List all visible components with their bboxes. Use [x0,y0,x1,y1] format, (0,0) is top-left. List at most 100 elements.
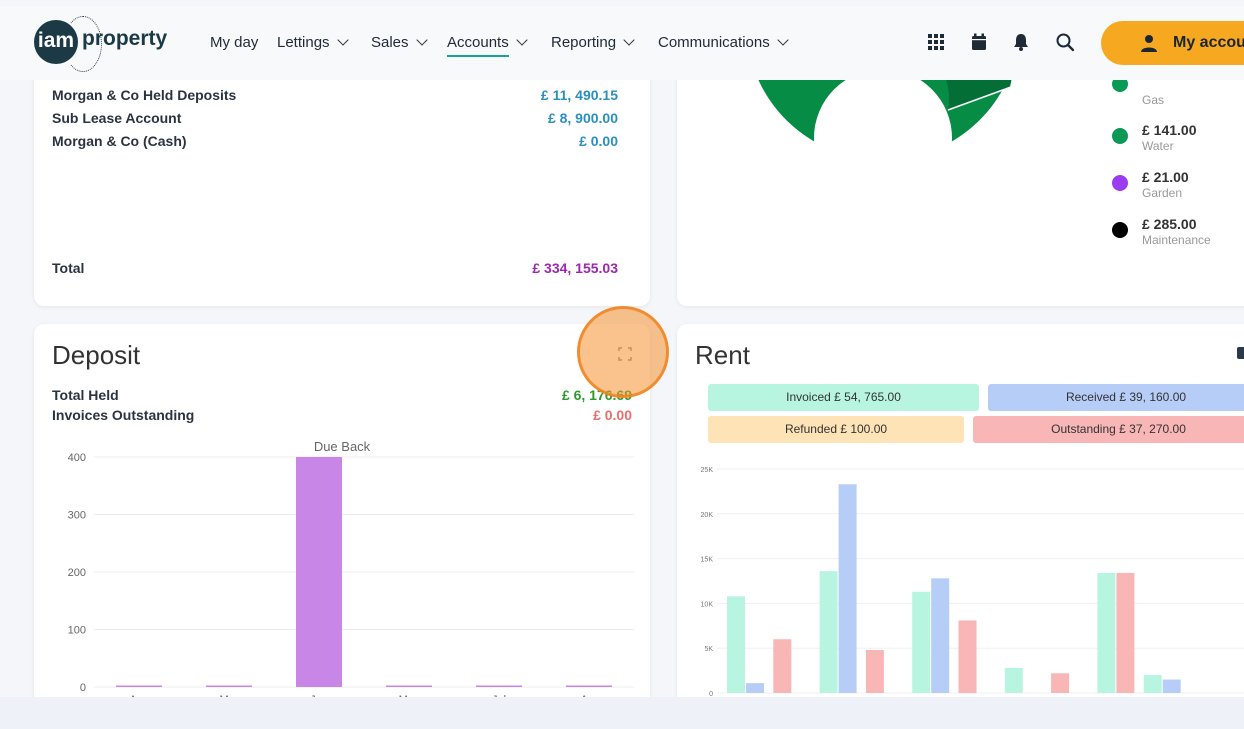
nav-label: Accounts [447,34,509,57]
click-highlight-marker [577,306,669,398]
nav-label: Communications [658,34,770,51]
invoiced-pill: Invoiced £ 54, 765.00 [708,384,979,411]
bar [1116,572,1135,693]
my-account-label: My accou [1173,34,1244,51]
bar [746,683,764,693]
account-row: Sub Lease Account £ 8, 900.00 [52,110,618,126]
nav-label: Reporting [551,34,617,51]
legend-dot [1112,222,1128,238]
total-label: Total [52,260,85,276]
bar [386,685,432,687]
rent-title: Rent [695,340,750,370]
nav-item-communications[interactable]: Communications [658,34,789,51]
outstanding-pill: Outstanding £ 37, 270.00 [973,416,1244,443]
accounts-total-row: Total £ 334, 155.03 [52,260,618,276]
total-held-label: Total Held [52,387,119,403]
legend-amount: £ 21.00 [1142,169,1189,185]
chevron-down-icon [336,34,349,46]
bar [958,620,977,693]
x-tick-label: May [399,694,420,697]
legend-dot [1112,128,1128,144]
user-icon [1141,35,1157,52]
chevron-down-icon [777,34,789,46]
deposit-title: Deposit [52,340,141,370]
bar [116,685,162,687]
grid-icon[interactable] [926,32,946,52]
y-tick-label: 0 [709,691,713,697]
bar [1004,667,1023,693]
bar [566,685,612,687]
y-tick-label: 100 [68,625,86,637]
total-value: £ 334, 155.03 [532,260,618,276]
account-name: Morgan & Co (Cash) [52,133,187,149]
y-tick-label: 200 [68,567,86,579]
y-tick-label: 25K [701,467,714,474]
account-row: Morgan & Co (Cash) £ 0.00 [52,133,618,149]
chevron-down-icon [516,34,528,46]
nav-label: Sales [371,34,409,51]
account-name: Sub Lease Account [52,110,182,126]
bar [476,685,522,687]
bar [1051,673,1070,693]
bar [865,649,884,693]
chevron-down-icon [623,34,635,46]
x-tick-label: Mar [220,694,239,697]
bar [206,685,252,687]
bell-icon[interactable] [1011,32,1031,52]
due-back-bar-chart: Due Back 0 100 200 300 400 Aug Mar Jun May Jul Apr [68,439,634,697]
bar [773,639,792,693]
account-row: Morgan & Co Held Deposits £ 11, 490.15 [52,87,618,103]
bar [1097,572,1116,693]
nav-item-my-day[interactable]: My day [210,34,258,51]
bar [1143,675,1162,693]
y-tick-label: 10K [701,601,714,608]
invoices-outstanding-value: £ 0.00 [593,407,632,423]
received-pill: Received £ 39, 160.00 [988,384,1244,411]
y-tick-label: 0 [80,682,86,694]
app-viewport: iam property My day Lettings Sales Accou… [0,0,1244,697]
bar [912,591,931,693]
legend-category: Garden [1142,186,1183,200]
invoices-outstanding-label: Invoices Outstanding [52,407,195,423]
refunded-pill: Refunded £ 100.00 [708,416,964,443]
bar [727,596,745,693]
y-tick-label: 5K [704,646,713,653]
donut-hole [814,69,952,207]
x-tick-label: Jul [492,694,506,697]
account-balance: £ 8, 900.00 [547,110,618,126]
legend-amount: £ 141.00 [1142,122,1197,138]
chart-title: Due Back [314,439,371,454]
nav-item-sales[interactable]: Sales [371,34,428,51]
bar [819,571,838,693]
legend-category: Maintenance [1142,233,1211,247]
rent-chart-toggle-icon[interactable] [1237,347,1244,359]
y-tick-label: 300 [68,510,86,522]
nav-label: My day [210,34,259,51]
bar [1162,679,1181,693]
y-tick-label: 20K [701,512,714,519]
nav-item-reporting[interactable]: Reporting [551,34,635,51]
my-account-button[interactable]: My accou [1101,21,1244,65]
rent-bar-chart: 0 5K 10K 15K 20K 25K [701,467,1244,697]
search-icon[interactable] [1055,32,1075,52]
x-tick-label: Apr [580,694,597,697]
y-tick-label: 400 [68,452,86,464]
account-name: Morgan & Co Held Deposits [52,87,237,103]
nav-item-accounts[interactable]: Accounts [447,34,528,57]
bar [838,484,857,693]
nav-label: Lettings [277,34,330,51]
bar [296,457,342,687]
chevron-down-icon [415,34,428,46]
x-tick-label: Jun [310,694,328,697]
brand-name: property [82,27,168,50]
account-balance: £ 0.00 [579,133,618,149]
top-navbar: iam property My day Lettings Sales Accou… [0,6,1244,80]
y-tick-label: 15K [701,557,714,564]
nav-item-lettings[interactable]: Lettings [277,34,349,51]
legend-amount: £ 285.00 [1142,216,1197,232]
bar [931,578,950,693]
legend-category: Gas [1142,93,1165,107]
x-tick-label: Aug [129,694,149,697]
account-balance: £ 11, 490.15 [540,87,618,103]
calendar-icon[interactable] [969,32,989,52]
